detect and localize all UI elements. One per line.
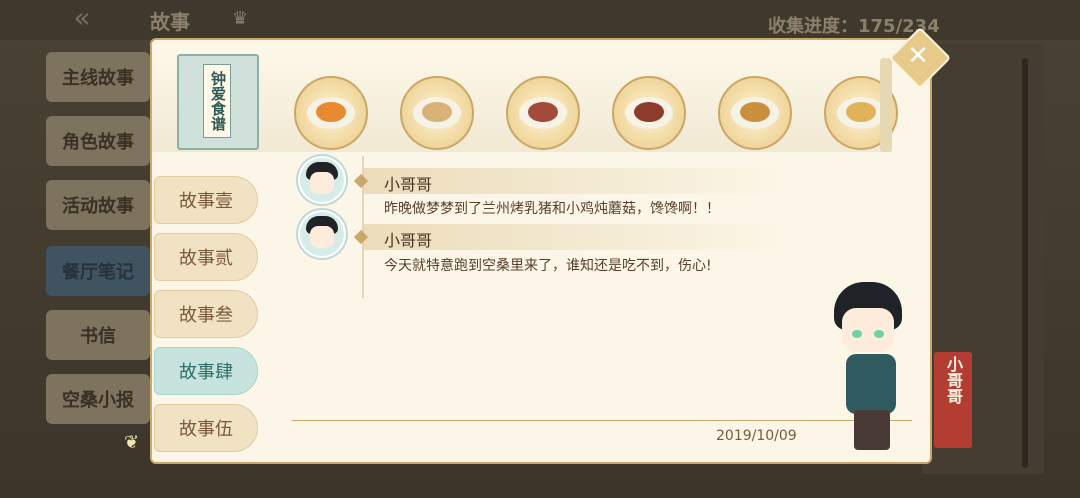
- side-menu-item-event-story[interactable]: 活动故事: [46, 180, 150, 230]
- dish-icon: [307, 97, 355, 129]
- food-slot-4[interactable]: [612, 76, 686, 150]
- tab-story-1[interactable]: 故事壹: [154, 176, 258, 224]
- side-menu-item-character-story[interactable]: 角色故事: [46, 116, 150, 166]
- tab-story-5[interactable]: 故事伍: [154, 404, 258, 452]
- character-name: 小哥哥: [944, 356, 963, 404]
- close-icon: ✕: [907, 41, 929, 71]
- side-menu-item-restaurant-notes[interactable]: 餐厅笔记: [46, 246, 150, 296]
- story-date: 2019/10/09: [716, 428, 797, 444]
- food-slot-5[interactable]: [718, 76, 792, 150]
- dish-icon: [625, 97, 673, 129]
- avatar: [298, 156, 346, 204]
- back-arrow-icon: «: [73, 1, 91, 34]
- story-panel: 钟爱食谱 故事壹 故事贰 故事叁 故事肆 故事伍 小哥哥 昨晚做梦梦到了兰州烤乳…: [150, 38, 932, 464]
- side-menu-item-main-story[interactable]: 主线故事: [46, 52, 150, 102]
- favorite-food-strip: 钟爱食谱: [152, 44, 898, 152]
- food-strip-scroll-edge[interactable]: [880, 58, 892, 152]
- food-slot-1[interactable]: [294, 76, 368, 150]
- outer-scrollbar[interactable]: [1022, 58, 1028, 468]
- recipe-book-label: 钟爱食谱: [203, 64, 231, 138]
- dish-icon: [837, 97, 885, 129]
- side-menu-item-newspaper[interactable]: 空桑小报: [46, 374, 150, 424]
- dish-icon: [519, 97, 567, 129]
- dish-icon: [731, 97, 779, 129]
- dish-icon: [413, 97, 461, 129]
- message-sender: 小哥哥: [384, 231, 433, 250]
- message-text: 昨晚做梦梦到了兰州烤乳猪和小鸡炖蘑菇，馋馋啊！！: [384, 201, 720, 217]
- crown-icon: ♛: [232, 8, 249, 29]
- avatar: [298, 210, 346, 258]
- back-button[interactable]: «: [44, 2, 120, 34]
- tab-story-2[interactable]: 故事贰: [154, 233, 258, 281]
- message-text: 今天就特意跑到空桑里来了，谁知还是吃不到，伤心!: [384, 258, 712, 274]
- character-illustration: [820, 282, 940, 462]
- recipe-book-icon: 钟爱食谱: [177, 54, 259, 150]
- butterfly-icon: ❦: [124, 432, 140, 453]
- tab-story-4[interactable]: 故事肆: [154, 347, 258, 395]
- footer-divider: [292, 420, 912, 421]
- food-slot-2[interactable]: [400, 76, 474, 150]
- tab-story-3[interactable]: 故事叁: [154, 290, 258, 338]
- message-sender: 小哥哥: [384, 175, 433, 194]
- side-menu-item-letters[interactable]: 书信: [46, 310, 150, 360]
- page-title: 故事: [150, 10, 190, 34]
- food-slot-3[interactable]: [506, 76, 580, 150]
